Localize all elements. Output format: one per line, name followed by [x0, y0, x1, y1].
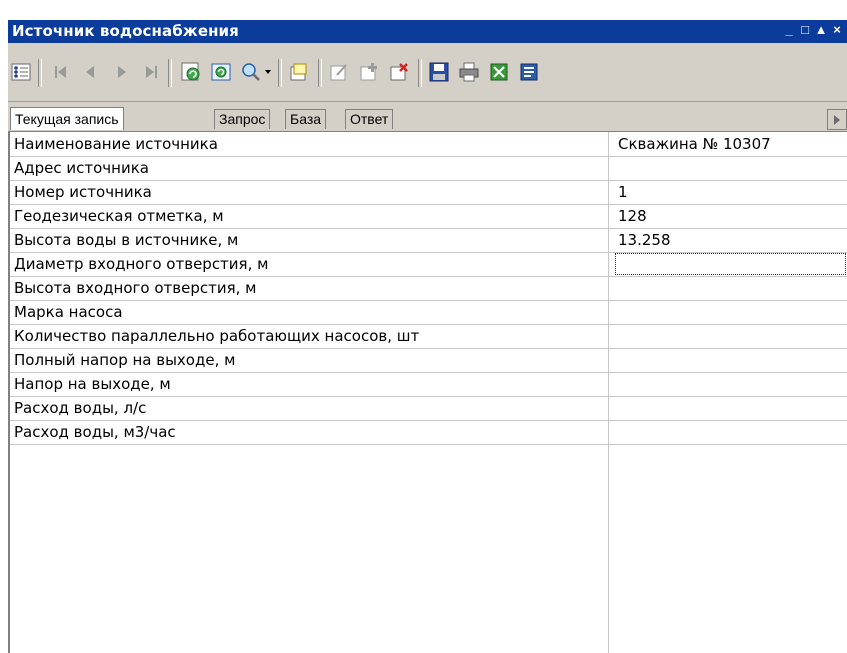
main-window: Источник водоснабжения _ □ ▲ × Текущая з…	[8, 20, 847, 653]
delete-record-icon[interactable]	[388, 61, 410, 83]
window-controls: _ □ ▲ ×	[781, 22, 845, 37]
grid-row: Марка насоса	[10, 300, 847, 325]
last-record-icon[interactable]	[140, 61, 162, 83]
maximize-button[interactable]: □	[797, 22, 813, 37]
row-selector-icon[interactable]	[10, 61, 32, 83]
property-value[interactable]	[614, 324, 847, 348]
tab-scroll-right-icon[interactable]	[827, 109, 847, 130]
minimize-button[interactable]: _	[781, 22, 797, 37]
property-name: Высота входного отверстия, м	[14, 279, 257, 297]
tab-current-record[interactable]: Текущая запись	[10, 107, 124, 130]
new-record-icon[interactable]	[288, 61, 310, 83]
grid-row: Высота входного отверстия, м	[10, 276, 847, 301]
property-value[interactable]	[614, 420, 847, 444]
first-record-icon[interactable]	[50, 61, 72, 83]
grid-row: Расход воды, л/с	[10, 396, 847, 421]
property-name: Напор на выходе, м	[14, 375, 171, 393]
property-value[interactable]: 128	[614, 204, 847, 228]
property-value[interactable]: Скважина № 10307	[614, 132, 847, 156]
grid-row: Наименование источника Скважина № 10307	[10, 132, 847, 157]
tab-answer[interactable]: Ответ	[345, 109, 394, 129]
property-name: Полный напор на выходе, м	[14, 351, 236, 369]
close-button[interactable]: ×	[829, 22, 845, 37]
toolbar-separator	[168, 59, 172, 87]
property-value[interactable]	[614, 396, 847, 420]
property-name: Диаметр входного отверстия, м	[14, 255, 269, 273]
property-value[interactable]	[614, 372, 847, 396]
property-name: Наименование источника	[14, 135, 218, 153]
property-value[interactable]	[614, 300, 847, 324]
tab-strip: Текущая запись Запрос База Ответ	[8, 107, 847, 131]
next-record-icon[interactable]	[110, 61, 132, 83]
property-name: Высота воды в источнике, м	[14, 231, 239, 249]
tab-query[interactable]: Запрос	[214, 109, 271, 129]
toolbar-separator	[418, 59, 422, 87]
property-name: Марка насоса	[14, 303, 123, 321]
grid-row: Напор на выходе, м	[10, 372, 847, 397]
refresh-icon[interactable]	[180, 61, 202, 83]
window-title: Источник водоснабжения	[12, 22, 239, 40]
property-name: Адрес источника	[14, 159, 149, 177]
export-excel-icon[interactable]	[488, 61, 510, 83]
tab-base[interactable]: База	[285, 109, 327, 129]
toolbar	[8, 45, 847, 102]
property-name: Геодезическая отметка, м	[14, 207, 224, 225]
grid-row: Диаметр входного отверстия, м	[10, 252, 847, 277]
add-record-icon[interactable]	[358, 61, 380, 83]
grid-row: Полный напор на выходе, м	[10, 348, 847, 373]
property-value[interactable]: 13.258	[614, 228, 847, 252]
property-value[interactable]: 1	[614, 180, 847, 204]
property-grid: Наименование источника Скважина № 10307 …	[8, 131, 847, 653]
reload-icon[interactable]	[210, 61, 232, 83]
export-word-icon[interactable]	[518, 61, 540, 83]
property-value[interactable]	[614, 156, 847, 180]
prev-record-icon[interactable]	[80, 61, 102, 83]
property-value-focused[interactable]	[614, 252, 847, 276]
grid-row: Геодезическая отметка, м 128	[10, 204, 847, 229]
edit-record-icon[interactable]	[328, 61, 350, 83]
property-name: Расход воды, м3/час	[14, 423, 176, 441]
grid-row: Расход воды, м3/час	[10, 420, 847, 445]
print-icon[interactable]	[458, 61, 480, 83]
grid-row: Номер источника 1	[10, 180, 847, 205]
property-name: Количество параллельно работающих насосо…	[14, 327, 420, 345]
toolbar-separator	[318, 59, 322, 87]
grid-row: Высота воды в источнике, м 13.258	[10, 228, 847, 253]
toolbar-separator	[278, 59, 282, 87]
property-value[interactable]	[614, 348, 847, 372]
toolbar-separator	[38, 59, 42, 87]
grid-row: Адрес источника	[10, 156, 847, 181]
title-bar[interactable]: Источник водоснабжения _ □ ▲ ×	[8, 20, 847, 43]
property-value[interactable]	[614, 276, 847, 300]
search-dropdown-icon[interactable]	[240, 61, 274, 83]
rollup-button[interactable]: ▲	[813, 22, 829, 37]
save-icon[interactable]	[428, 61, 450, 83]
property-name: Номер источника	[14, 183, 152, 201]
grid-row: Количество параллельно работающих насосо…	[10, 324, 847, 349]
property-name: Расход воды, л/с	[14, 399, 147, 417]
